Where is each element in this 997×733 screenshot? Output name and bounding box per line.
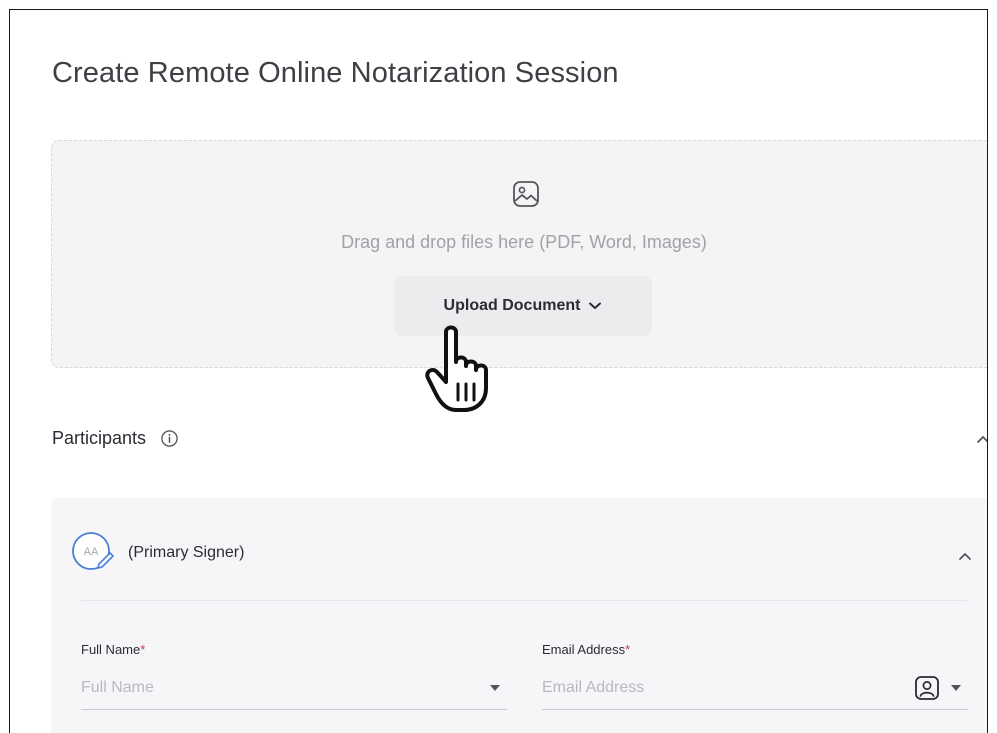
email-address-field: Email Address* — [542, 642, 968, 710]
email-address-input[interactable] — [542, 678, 914, 697]
full-name-input[interactable] — [81, 678, 489, 697]
page-title: Create Remote Online Notarization Sessio… — [52, 57, 619, 89]
contact-book-icon[interactable] — [914, 675, 940, 701]
hand-pointer-cursor-icon — [425, 325, 488, 412]
upload-document-label: Upload Document — [443, 297, 581, 314]
dropdown-caret-icon[interactable] — [950, 684, 962, 692]
signer-collapse-chevron-up-icon[interactable] — [957, 551, 973, 561]
card-divider — [81, 600, 967, 601]
chevron-down-icon — [589, 302, 602, 309]
dropzone-instructions: Drag and drop files here (PDF, Word, Ima… — [341, 232, 707, 252]
full-name-field: Full Name* — [81, 642, 507, 710]
file-dropzone[interactable]: Drag and drop files here (PDF, Word, Ima… — [51, 140, 987, 368]
app-window: Create Remote Online Notarization Sessio… — [9, 9, 988, 733]
info-icon[interactable] — [160, 429, 179, 448]
required-marker: * — [140, 642, 146, 657]
dropdown-caret-icon[interactable] — [489, 684, 501, 692]
required-marker: * — [625, 642, 631, 657]
image-icon — [513, 181, 539, 207]
primary-signer-card: AA (Primary Signer) Full Name* Email Add… — [51, 498, 987, 733]
primary-signer-label: (Primary Signer) — [128, 544, 245, 561]
participants-collapse-chevron-up-icon[interactable] — [975, 434, 988, 444]
participants-title: Participants — [52, 428, 147, 448]
avatar: AA — [72, 532, 114, 570]
avatar-initials: AA — [84, 546, 99, 558]
full-name-label: Full Name — [81, 642, 141, 657]
participants-header: Participants — [52, 428, 179, 449]
email-address-label: Email Address — [542, 642, 626, 657]
